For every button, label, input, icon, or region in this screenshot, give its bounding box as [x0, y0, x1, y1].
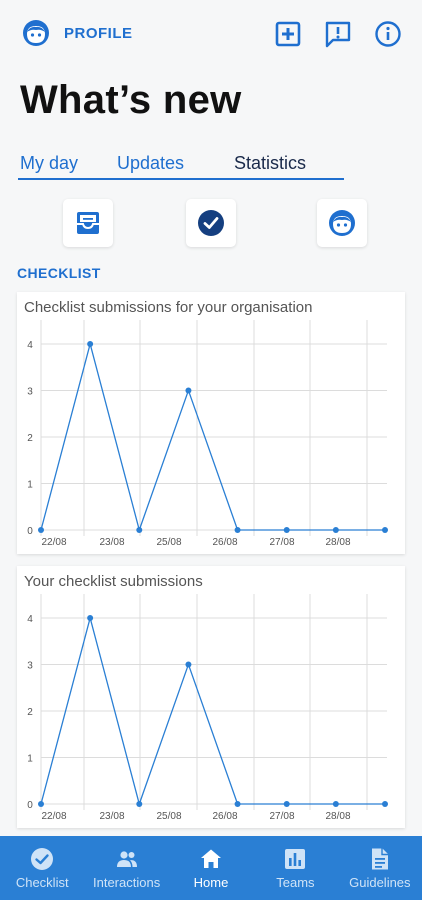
data-point: [87, 614, 94, 621]
y-tick-label: 3: [27, 660, 33, 671]
document-icon: [371, 848, 388, 869]
x-tick-label: 22/08: [41, 537, 66, 548]
bar-chart-icon: [285, 848, 306, 869]
personal-filter-button[interactable]: [317, 199, 367, 247]
info-icon[interactable]: [374, 20, 402, 48]
nav-label: Home: [193, 874, 229, 890]
tab-updates[interactable]: Updates: [117, 153, 184, 174]
nav-label: Interactions: [93, 874, 161, 890]
nav-label: Guidelines: [349, 874, 411, 890]
data-point: [136, 527, 143, 533]
y-tick-label: 4: [27, 614, 33, 625]
x-tick-label: 28/08: [325, 537, 350, 548]
avatar-icon: [329, 210, 355, 236]
x-tick-label: 28/08: [325, 811, 350, 822]
x-tick-label: 26/08: [212, 811, 237, 822]
feedback-icon[interactable]: [324, 20, 352, 48]
tab-statistics[interactable]: Statistics: [234, 153, 306, 174]
data-point: [283, 527, 290, 533]
data-point: [382, 801, 388, 807]
section-label: CHECKLIST: [17, 265, 101, 281]
user-chart-card: Your checklist submissions 0 1 2 3 4 22/08 23/…: [17, 566, 405, 828]
data-point: [382, 527, 388, 533]
y-tick-label: 1: [27, 753, 33, 764]
tab-underline: [18, 178, 344, 180]
inbox-filter-button[interactable]: [63, 199, 113, 247]
home-icon: [201, 849, 222, 868]
page-title: What’s new: [20, 78, 242, 122]
data-point: [283, 801, 290, 807]
data-point: [185, 387, 192, 394]
data-point: [38, 801, 44, 807]
x-tick-label: 23/08: [99, 537, 124, 548]
x-tick-label: 22/08: [41, 811, 66, 822]
tab-my-day[interactable]: My day: [20, 153, 78, 174]
data-point: [234, 801, 241, 807]
checklist-filter-button[interactable]: [186, 199, 236, 247]
nav-home[interactable]: Home: [169, 836, 253, 900]
org-chart-card: Checklist submissions for your organisat…: [17, 292, 405, 554]
check-circle-icon: [31, 847, 54, 870]
data-point: [87, 340, 94, 347]
y-tick-label: 0: [27, 800, 33, 811]
x-tick-label: 23/08: [99, 811, 124, 822]
nav-interactions[interactable]: Interactions: [84, 836, 168, 900]
inbox-icon: [77, 212, 99, 234]
x-tick-label: 27/08: [269, 537, 294, 548]
user-submissions-chart: 0 1 2 3 4 22/08 23/08 25/08 26/08 27/08 28/08: [27, 594, 388, 822]
avatar-icon: [23, 20, 49, 46]
x-tick-label: 25/08: [156, 537, 181, 548]
tab-bar: My day Updates Statistics: [18, 150, 344, 180]
y-tick-label: 4: [27, 340, 33, 351]
check-circle-icon: [198, 210, 224, 236]
nav-checklist[interactable]: Checklist: [0, 836, 84, 900]
y-tick-label: 1: [27, 479, 33, 490]
org-submissions-chart: 0 1 2 3 4 22/08 23/08 25/08 26/08 27/08 28/08: [27, 320, 388, 548]
x-tick-label: 26/08: [212, 537, 237, 548]
y-tick-label: 0: [27, 526, 33, 537]
profile-label: PROFILE: [64, 24, 133, 42]
data-point: [332, 801, 339, 807]
statistics-filter: [0, 199, 422, 247]
data-point: [38, 527, 44, 533]
y-tick-label: 2: [27, 433, 33, 444]
data-point: [136, 801, 143, 807]
profile-button[interactable]: PROFILE: [22, 19, 133, 47]
add-icon[interactable]: [274, 20, 302, 48]
top-bar: PROFILE: [0, 0, 422, 66]
bottom-navigation: Checklist Interactions Home Teams Guidel…: [0, 836, 422, 900]
data-point: [234, 527, 241, 533]
data-point: [185, 661, 192, 668]
nav-label: Checklist: [15, 874, 69, 890]
nav-teams[interactable]: Teams: [253, 836, 337, 900]
data-point: [332, 527, 339, 533]
x-tick-label: 27/08: [269, 811, 294, 822]
nav-guidelines[interactable]: Guidelines: [338, 836, 422, 900]
nav-label: Teams: [276, 874, 315, 890]
people-icon: [116, 850, 137, 867]
y-tick-label: 2: [27, 707, 33, 718]
y-tick-label: 3: [27, 386, 33, 397]
x-tick-label: 25/08: [156, 811, 181, 822]
